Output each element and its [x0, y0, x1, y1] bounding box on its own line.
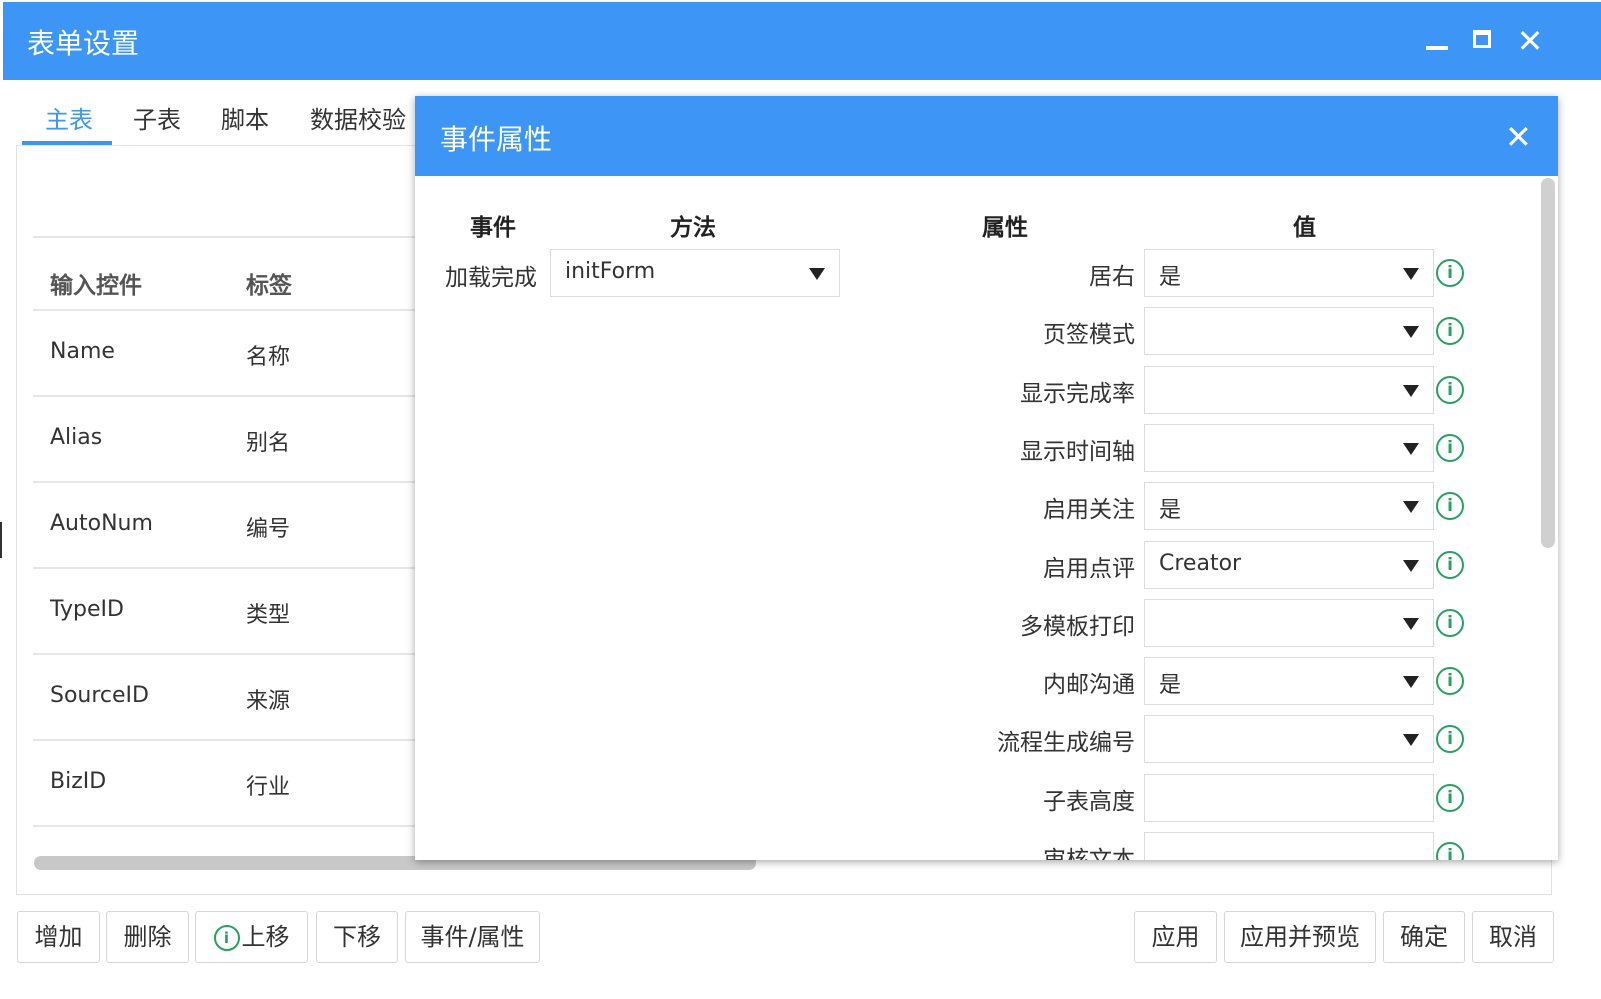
property-value: 是: [1159, 498, 1182, 524]
property-value-input[interactable]: [1144, 773, 1434, 822]
method-select-value: initForm: [565, 259, 656, 284]
info-icon[interactable]: i: [1436, 842, 1464, 860]
property-label: 审核文本: [1043, 847, 1135, 860]
property-label: 页签模式: [1043, 322, 1135, 349]
info-icon: i: [213, 925, 240, 951]
dialog-title: 事件属性: [440, 123, 553, 156]
maximize-icon[interactable]: [1465, 24, 1499, 58]
property-value-select[interactable]: [1144, 365, 1434, 414]
add-button[interactable]: 增加: [17, 911, 100, 963]
delete-button[interactable]: 删除: [106, 911, 189, 963]
property-header: 属性: [982, 215, 1028, 241]
column-header-label: 标签: [246, 273, 292, 299]
chevron-down-icon: [1403, 501, 1419, 514]
window-titlebar[interactable]: 表单设置 ✕: [3, 2, 1601, 80]
chevron-down-icon: [1403, 676, 1419, 689]
close-icon[interactable]: ✕: [1505, 118, 1532, 156]
property-value-select[interactable]: Creator: [1144, 540, 1434, 589]
dialog-titlebar[interactable]: 事件属性 ✕: [415, 96, 1558, 176]
property-label: 显示完成率: [1020, 380, 1135, 407]
table-cell-label[interactable]: 类型: [246, 597, 290, 629]
info-icon[interactable]: i: [1436, 550, 1464, 579]
method-header: 方法: [670, 215, 716, 241]
table-cell-control[interactable]: TypeID: [50, 597, 124, 622]
tab-main[interactable]: 主表: [45, 100, 93, 135]
minimize-icon[interactable]: [1418, 24, 1452, 58]
info-icon[interactable]: i: [1436, 608, 1464, 637]
table-cell-label[interactable]: 来源: [246, 683, 290, 715]
property-value-select[interactable]: 是: [1144, 249, 1434, 297]
events-properties-button[interactable]: 事件/属性: [405, 911, 540, 963]
move-down-button[interactable]: 下移: [316, 911, 398, 963]
window-title: 表单设置: [27, 27, 140, 60]
table-cell-label[interactable]: 别名: [246, 425, 290, 457]
property-value-select[interactable]: [1144, 307, 1434, 356]
property-label: 流程生成编号: [997, 730, 1135, 757]
table-cell-control[interactable]: BizID: [50, 769, 106, 794]
table-cell-label[interactable]: 行业: [246, 769, 290, 801]
event-header: 事件: [470, 215, 516, 241]
tab-subtable[interactable]: 子表: [133, 100, 181, 135]
info-icon[interactable]: i: [1436, 667, 1464, 696]
method-select[interactable]: initForm: [550, 249, 840, 297]
property-value-input[interactable]: [1144, 832, 1434, 860]
chevron-down-icon: [1403, 384, 1419, 397]
property-value-select[interactable]: 是: [1144, 482, 1434, 531]
table-cell-control[interactable]: AutoNum: [50, 511, 153, 536]
chevron-down-icon: [1403, 442, 1419, 455]
apply-button[interactable]: 应用: [1134, 911, 1217, 963]
info-icon[interactable]: i: [1436, 259, 1464, 287]
chevron-down-icon: [1403, 326, 1419, 339]
property-label: 内邮沟通: [1043, 672, 1135, 699]
property-value-select[interactable]: [1144, 423, 1434, 472]
table-cell-label[interactable]: 名称: [246, 339, 290, 371]
table-cell-control[interactable]: Name: [50, 339, 115, 364]
chevron-down-icon: [1403, 734, 1419, 747]
ok-button[interactable]: 确定: [1383, 911, 1465, 963]
property-value: 是: [1159, 673, 1182, 699]
property-label: 子表高度: [1043, 788, 1135, 815]
property-label: 多模板打印: [1020, 613, 1135, 640]
move-up-label: 上移: [241, 923, 290, 951]
cancel-button[interactable]: 取消: [1472, 911, 1554, 963]
move-up-button[interactable]: i 上移: [195, 911, 308, 963]
info-icon[interactable]: i: [1436, 725, 1464, 754]
info-icon[interactable]: i: [1436, 492, 1464, 521]
tab-script[interactable]: 脚本: [221, 100, 269, 135]
table-cell-control[interactable]: Alias: [50, 425, 102, 450]
property-label: 启用点评: [1043, 555, 1135, 582]
property-value-select[interactable]: 是: [1144, 657, 1434, 706]
chevron-down-icon: [1403, 617, 1419, 630]
vertical-scrollbar[interactable]: [1541, 178, 1555, 548]
chevron-down-icon: [809, 268, 825, 280]
property-value-select[interactable]: [1144, 715, 1434, 764]
value-header: 值: [1293, 215, 1316, 241]
chevron-down-icon: [1403, 268, 1419, 280]
apply-preview-button[interactable]: 应用并预览: [1224, 911, 1376, 963]
info-icon[interactable]: i: [1436, 783, 1464, 812]
event-properties-dialog: 事件属性 ✕ 事件 方法 属性 值 加载完成 initForm 居右是 i 页签模式…: [415, 96, 1558, 860]
tab-validation[interactable]: 数据校验: [310, 100, 406, 135]
info-icon[interactable]: i: [1436, 317, 1464, 346]
event-name: 加载完成: [445, 265, 537, 291]
chevron-down-icon: [1403, 559, 1419, 572]
property-label: 显示时间轴: [1020, 438, 1135, 465]
property-value-select[interactable]: [1144, 598, 1434, 647]
property-label: 居右: [1089, 264, 1135, 290]
info-icon[interactable]: i: [1436, 375, 1464, 404]
table-cell-control[interactable]: SourceID: [50, 683, 149, 708]
info-icon[interactable]: i: [1436, 433, 1464, 462]
text-cursor: [0, 522, 2, 558]
table-cell-label[interactable]: 编号: [246, 511, 290, 543]
column-header-control: 输入控件: [50, 273, 142, 299]
property-value: 是: [1159, 265, 1182, 290]
property-label: 启用关注: [1043, 497, 1135, 524]
property-value: Creator: [1159, 550, 1242, 576]
close-icon[interactable]: ✕: [1513, 24, 1547, 58]
